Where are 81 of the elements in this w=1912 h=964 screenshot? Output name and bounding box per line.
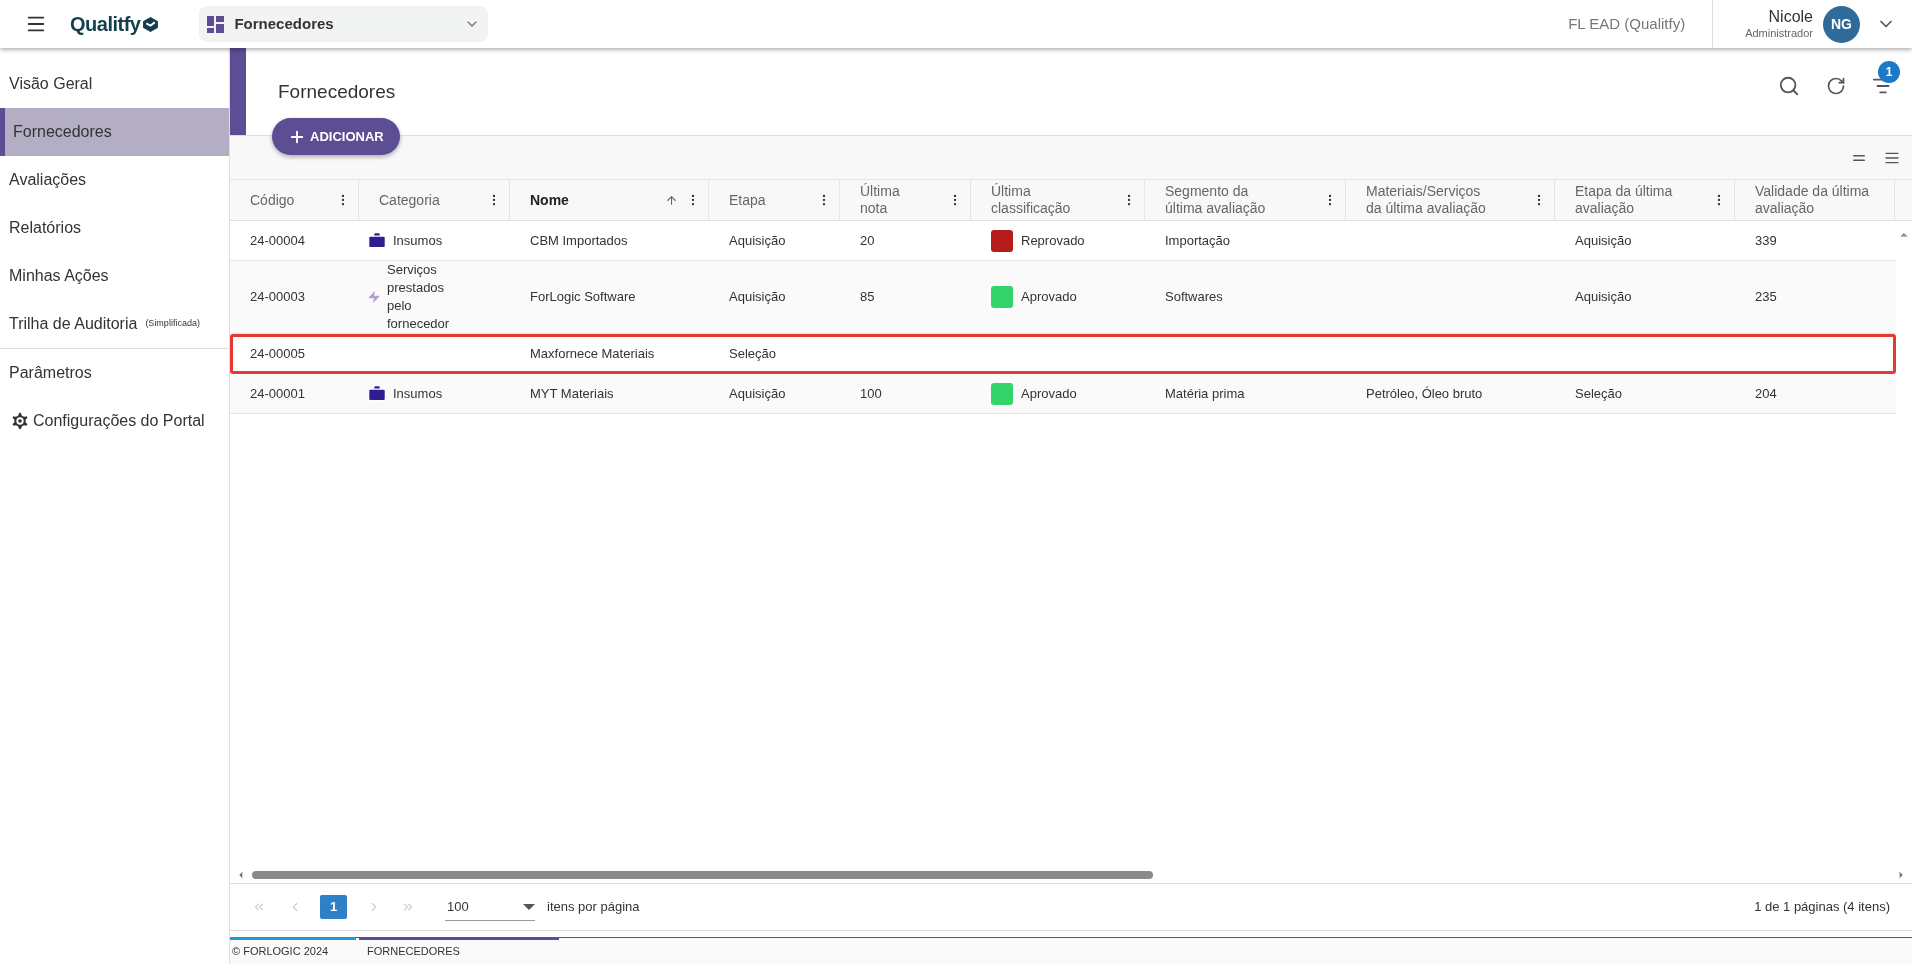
column-header[interactable]: Segmento da última avaliação [1145, 180, 1346, 220]
classification-cell-text: Aprovado [1021, 288, 1077, 307]
table-row[interactable]: 24-00003 Serviços prestados pelo fornecedor ForLogic Software Aquisição 85 Aprovado Softwares Aquisição 235 [230, 261, 1896, 334]
dropdown-arrow-icon [523, 903, 535, 910]
organization-name: FL EAD (Qualitfy) [1568, 13, 1686, 34]
segment-cell-text: Matéria prima [1165, 384, 1245, 403]
category-cell: Insumos [393, 384, 443, 403]
page-title: Fornecedores [278, 80, 396, 104]
sidebar-item-note: (Simplificada) [145, 317, 200, 331]
add-button[interactable]: ADICIONAR [272, 118, 400, 155]
code-cell-text: 24-00005 [250, 344, 305, 363]
lightning-icon [367, 288, 381, 306]
grade-cell-text: 20 [860, 231, 875, 250]
user-avatar[interactable]: NG [1823, 5, 1860, 43]
stage-cell-text: Aquisição [1575, 288, 1632, 307]
briefcase-icon [367, 383, 387, 404]
classification-cell-text: Reprovado [1021, 231, 1085, 250]
column-header[interactable]: Categoria [359, 180, 510, 220]
column-header[interactable]: Materiais/Serviços da última avaliação [1346, 180, 1555, 220]
stage-cell-text: Aquisição [729, 231, 786, 250]
search-icon[interactable] [1778, 74, 1800, 97]
dashboard-icon [207, 15, 225, 33]
sidebar-item[interactable]: Avaliações [0, 156, 229, 204]
table-row[interactable]: 24-00001 Insumos MYT Materiais Aquisição 100 Aprovado Matéria prima Petróleo, Óleo bruto Seleção 204 [230, 374, 1896, 414]
scroll-right-icon[interactable] [1896, 870, 1906, 880]
scroll-left-icon[interactable] [236, 870, 246, 880]
refresh-icon[interactable] [1826, 75, 1846, 96]
sidebar-item-label: Trilha de Auditoria [9, 314, 138, 334]
code-cell-text: 24-00001 [250, 384, 305, 403]
column-header[interactable]: Nome [510, 180, 709, 220]
sidebar-item[interactable]: Fornecedores [0, 108, 229, 156]
user-name: Nicole [1768, 7, 1813, 28]
table-row[interactable]: 24-00005 Maxfornece Materiais Seleção [230, 334, 1896, 374]
sort-ascending-icon [665, 193, 678, 207]
column-header[interactable]: Validade da última avaliação [1735, 180, 1895, 220]
scrollbar-thumb[interactable] [252, 871, 1153, 879]
module-selector[interactable]: Fornecedores [199, 6, 489, 42]
column-header[interactable]: Etapa da última avaliação [1555, 180, 1735, 220]
page-button[interactable]: 1 [320, 895, 347, 919]
materials-cell-text: Petróleo, Óleo bruto [1366, 384, 1483, 403]
sidebar-item[interactable]: Relatórios [0, 204, 229, 252]
page-size-label: itens por página [547, 898, 640, 917]
pagination-summary: 1 de 1 páginas (4 itens) [1754, 898, 1890, 917]
stage-cell-text: Aquisição [729, 384, 786, 403]
category-cell-text: Serviços prestados pelo fornecedor [387, 261, 451, 333]
name-cell-text: MYT Materiais [530, 384, 614, 403]
segment-cell-text: Importação [1165, 231, 1231, 250]
sidebar-item[interactable]: Parâmetros [0, 349, 229, 397]
sidebar-item[interactable]: Visão Geral [0, 60, 229, 108]
column-header[interactable]: Etapa [709, 180, 840, 220]
stage-cell-text: Aquisição [1575, 231, 1632, 250]
sidebar-item[interactable]: Configurações do Portal [0, 397, 229, 445]
grade-cell-text: 85 [860, 288, 875, 307]
grade-cell-text: 100 [860, 384, 882, 403]
name-cell-text: ForLogic Software [530, 288, 636, 307]
column-header[interactable]: Última classificação [971, 180, 1145, 220]
briefcase-icon [367, 230, 387, 251]
column-header[interactable]: Última nota [840, 180, 971, 220]
settings-icon [9, 410, 31, 432]
validity-cell-text: 235 [1755, 288, 1777, 307]
category-cell: Insumos [393, 231, 443, 250]
filter-count-badge: 1 [1878, 60, 1900, 83]
page-size-select[interactable]: 100 [445, 893, 535, 921]
stage-cell-text: Seleção [1575, 384, 1622, 403]
name-cell-text: Maxfornece Materiais [530, 344, 655, 363]
logo-text: Qualitfy [70, 12, 141, 37]
validity-cell-text: 204 [1755, 384, 1777, 403]
validity-cell-text: 339 [1755, 231, 1777, 250]
classification-cell-text: Aprovado [1021, 384, 1077, 403]
copyright-text: © FORLOGIC 2024 [230, 937, 356, 959]
sidebar-item[interactable]: Trilha de Auditoria (Simplificada) [0, 300, 229, 348]
code-cell-text: 24-00004 [250, 231, 305, 250]
user-role: Administrador [1745, 27, 1813, 41]
code-cell-text: 24-00003 [250, 288, 305, 307]
logo-icon [142, 15, 160, 33]
name-cell-text: CBM Importados [530, 231, 628, 250]
sidebar-item[interactable]: Minhas Ações [0, 252, 229, 300]
stage-cell-text: Seleção [729, 344, 776, 363]
column-header[interactable]: Código [230, 180, 359, 220]
stage-cell-text: Aquisição [729, 288, 786, 307]
segment-cell-text: Softwares [1165, 288, 1223, 307]
